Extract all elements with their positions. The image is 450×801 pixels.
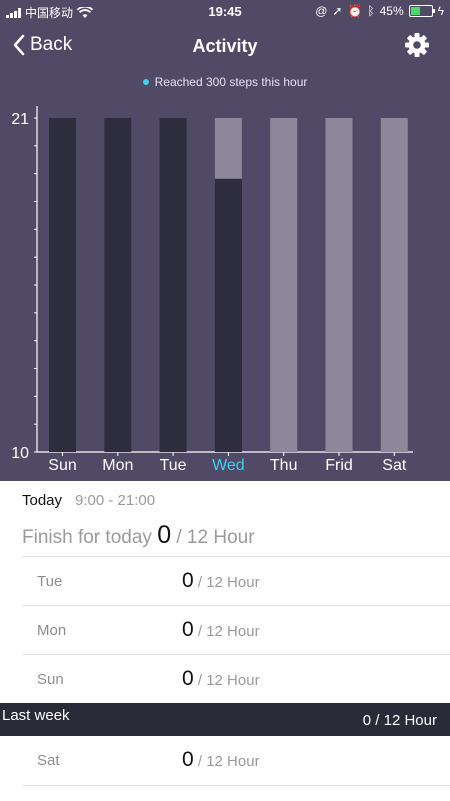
day-hours: 0 — [182, 748, 194, 771]
finish-value: 0 — [157, 521, 172, 549]
charging-icon: ϟ — [437, 4, 444, 18]
day-hours: 0 — [182, 667, 194, 690]
x-label-frid: Frid — [325, 457, 353, 474]
bar-sat-remaining — [380, 118, 408, 452]
page-title: Activity — [192, 36, 258, 56]
x-label-mon: Mon — [102, 457, 133, 474]
legend-text: Reached 300 steps this hour — [154, 75, 308, 89]
battery-percent: 45% — [379, 4, 404, 18]
nav-bar: Back Activity — [0, 26, 450, 66]
today-summary: Today 9:00 - 21:00 Finish for today 0 / … — [0, 481, 450, 556]
day-hours: 0 — [182, 618, 194, 641]
bar-tue-reached — [159, 118, 187, 452]
last-week-summary: 0 / 12 Hour — [362, 712, 437, 729]
day-name: Sat — [37, 752, 60, 769]
bar-sun-reached — [49, 118, 76, 452]
bar-wed-reached — [214, 178, 242, 452]
bluetooth-icon: ᛒ — [367, 4, 375, 18]
today-label: Today — [22, 492, 63, 509]
finish-today: Finish for today 0 / 12 Hour — [22, 521, 255, 550]
alarm-icon: ⏰ — [347, 4, 363, 18]
x-label-wed: Wed — [212, 457, 245, 474]
finish-label: Finish for today — [22, 527, 152, 548]
day-unit: / 12 Hour — [197, 672, 260, 689]
battery-icon — [408, 5, 435, 17]
day-value: 0 / 12 Hour — [182, 748, 260, 772]
day-row-tue[interactable]: Tue 0 / 12 Hour — [22, 556, 450, 605]
last-week-label: Last week — [2, 707, 70, 724]
location-icon: ➚ — [332, 4, 343, 18]
bar-thu-remaining — [270, 118, 298, 452]
y-tick-label: 21 — [11, 111, 29, 128]
day-value: 0 / 12 Hour — [182, 569, 260, 593]
bar-wed-remaining — [214, 118, 242, 179]
last-week-header[interactable]: Last week 0 / 12 Hour — [0, 703, 450, 736]
x-label-tue: Tue — [160, 457, 187, 474]
finish-unit: / 12 Hour — [176, 527, 255, 548]
day-value: 0 / 12 Hour — [182, 618, 260, 642]
day-unit: / 12 Hour — [197, 574, 260, 591]
list-divider — [22, 785, 450, 801]
status-right: @ ➚ ⏰ ᛒ 45% ϟ — [315, 4, 444, 18]
at-icon: @ — [315, 4, 328, 18]
activity-header-panel: 中国移动 19:45 @ ➚ ⏰ ᛒ 45% ϟ Back Activity R… — [0, 0, 450, 481]
y-tick-label: 10 — [11, 445, 29, 462]
day-name: Tue — [37, 573, 63, 590]
status-bar: 中国移动 19:45 @ ➚ ⏰ ᛒ 45% ϟ — [0, 0, 450, 24]
x-label-sun: Sun — [48, 457, 76, 474]
legend-dot-icon — [142, 78, 149, 85]
day-row-sat[interactable]: Sat 0 / 12 Hour — [22, 736, 450, 784]
x-label-sat: Sat — [382, 457, 407, 474]
day-value: 0 / 12 Hour — [182, 667, 260, 691]
day-hours: 0 — [182, 569, 194, 592]
day-name: Mon — [37, 622, 67, 639]
day-row-sun[interactable]: Sun 0 / 12 Hour — [22, 654, 450, 703]
day-unit: / 12 Hour — [197, 623, 260, 640]
day-row-mon[interactable]: Mon 0 / 12 Hour — [22, 605, 450, 654]
chart-legend: Reached 300 steps this hour — [0, 75, 450, 89]
gear-icon[interactable] — [404, 32, 430, 58]
day-unit: / 12 Hour — [197, 753, 260, 770]
bar-mon-reached — [104, 118, 132, 452]
x-label-thu: Thu — [270, 457, 298, 474]
activity-chart: 21 10 Sun Mon Tue Wed Thu Frid Sat — [11, 106, 413, 474]
day-name: Sun — [37, 671, 64, 688]
bar-frid-remaining — [325, 118, 353, 452]
today-time-range: 9:00 - 21:00 — [75, 492, 156, 509]
